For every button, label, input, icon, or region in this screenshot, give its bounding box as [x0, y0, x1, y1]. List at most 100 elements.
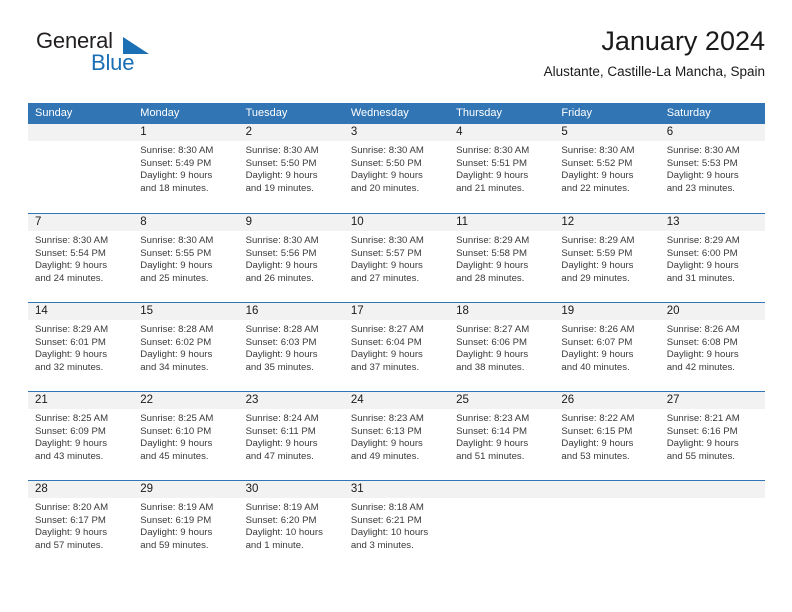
day-cell[interactable]: 4 Sunrise: 8:30 AM Sunset: 5:51 PM Daylight…	[449, 124, 555, 213]
day-details: Sunrise: 8:29 AM Sunset: 5:59 PM Daylight:…	[554, 231, 659, 285]
daylight-text: and 57 minutes.	[35, 539, 104, 551]
day-cell[interactable]: 29 Sunrise: 8:19 AM Sunset: 6:19 PM Dayligh…	[133, 481, 239, 569]
sunrise-text: Sunrise: 8:18 AM	[350, 502, 424, 513]
day-cell[interactable]: 18 Sunrise: 8:27 AM Sunset: 6:06 PM Dayligh…	[449, 303, 555, 391]
daylight-text: and 37 minutes.	[350, 361, 420, 373]
day-cell[interactable]: 20 Sunrise: 8:26 AM Sunset: 6:08 PM Dayligh…	[659, 303, 765, 391]
day-details: Sunrise: 8:22 AM Sunset: 6:15 PM Daylight:…	[554, 409, 659, 463]
day-number	[554, 481, 660, 498]
day-cell[interactable]: 22 Sunrise: 8:25 AM Sunset: 6:10 PM Dayligh…	[133, 392, 239, 480]
day-number: 16	[238, 303, 344, 320]
daylight-text: Daylight: 9 hours	[666, 260, 739, 272]
day-cell[interactable]: 24 Sunrise: 8:23 AM Sunset: 6:13 PM Dayligh…	[343, 392, 450, 480]
day-cell[interactable]: 2 Sunrise: 8:30 AM Sunset: 5:50 PM Daylight…	[238, 124, 344, 213]
daylight-text: and 29 minutes.	[561, 272, 630, 284]
day-number: 14	[28, 303, 134, 320]
day-details: Sunrise: 8:19 AM Sunset: 6:19 PM Daylight:…	[133, 498, 238, 552]
day-cell[interactable]: 11 Sunrise: 8:29 AM Sunset: 5:58 PM Dayligh…	[449, 214, 555, 302]
daylight-text: Daylight: 9 hours	[35, 438, 107, 450]
day-number: 30	[238, 481, 344, 498]
day-number: 9	[238, 214, 344, 231]
daylight-text: Daylight: 9 hours	[140, 170, 213, 182]
daylight-text: Daylight: 9 hours	[561, 438, 634, 450]
sunset-text: Sunset: 5:57 PM	[350, 247, 422, 259]
day-cell[interactable]: 15 Sunrise: 8:28 AM Sunset: 6:02 PM Dayligh…	[133, 303, 239, 391]
sunset-text: Sunset: 6:03 PM	[245, 336, 317, 348]
day-number: 20	[659, 303, 765, 320]
day-cell[interactable]: 13 Sunrise: 8:29 AM Sunset: 6:00 PM Dayligh…	[659, 214, 765, 302]
sunrise-text: Sunrise: 8:30 AM	[350, 235, 424, 246]
day-details: Sunrise: 8:25 AM Sunset: 6:09 PM Daylight:…	[28, 409, 133, 463]
day-cell[interactable]: 12 Sunrise: 8:29 AM Sunset: 5:59 PM Dayligh…	[554, 214, 660, 302]
day-details: Sunrise: 8:26 AM Sunset: 6:07 PM Daylight:…	[554, 320, 659, 374]
sunrise-text: Sunrise: 8:19 AM	[245, 502, 319, 513]
day-cell[interactable]: 10 Sunrise: 8:30 AM Sunset: 5:57 PM Dayligh…	[343, 214, 450, 302]
day-cell[interactable]: 23 Sunrise: 8:24 AM Sunset: 6:11 PM Dayligh…	[238, 392, 344, 480]
sunrise-text: Sunrise: 8:30 AM	[140, 235, 214, 246]
daylight-text: and 19 minutes.	[245, 182, 314, 194]
daylight-text: and 26 minutes.	[245, 272, 314, 284]
day-number	[449, 481, 555, 498]
calendar-week-row: 28 Sunrise: 8:20 AM Sunset: 6:17 PM Dayligh…	[28, 480, 765, 569]
day-cell[interactable]: 7 Sunrise: 8:30 AM Sunset: 5:54 PM Daylight…	[28, 214, 134, 302]
daylight-text: and 49 minutes.	[350, 450, 420, 462]
weekday-header-thursday: Thursday	[456, 107, 502, 119]
daylight-text: and 3 minutes.	[350, 539, 414, 551]
day-cell[interactable]: 3 Sunrise: 8:30 AM Sunset: 5:50 PM Daylight…	[343, 124, 450, 213]
day-cell[interactable]: 6 Sunrise: 8:30 AM Sunset: 5:53 PM Daylight…	[659, 124, 765, 213]
daylight-text: Daylight: 9 hours	[666, 170, 739, 182]
day-number: 31	[343, 481, 450, 498]
daylight-text: and 42 minutes.	[666, 361, 735, 373]
day-details: Sunrise: 8:26 AM Sunset: 6:08 PM Daylight:…	[660, 320, 765, 374]
sunrise-text: Sunrise: 8:29 AM	[35, 324, 109, 335]
day-number	[28, 124, 134, 141]
daylight-text: and 59 minutes.	[140, 539, 209, 551]
sunset-text: Sunset: 6:17 PM	[35, 514, 106, 526]
sunset-text: Sunset: 5:49 PM	[140, 157, 212, 169]
day-details	[554, 498, 659, 502]
day-cell[interactable]: 5 Sunrise: 8:30 AM Sunset: 5:52 PM Daylight…	[554, 124, 660, 213]
calendar-week-row: 1 Sunrise: 8:30 AM Sunset: 5:49 PM Daylight…	[28, 124, 765, 213]
day-cell[interactable]: 31 Sunrise: 8:18 AM Sunset: 6:21 PM Dayligh…	[343, 481, 450, 569]
day-cell[interactable]: 21 Sunrise: 8:25 AM Sunset: 6:09 PM Dayligh…	[28, 392, 134, 480]
day-cell[interactable]: 16 Sunrise: 8:28 AM Sunset: 6:03 PM Dayligh…	[238, 303, 344, 391]
day-cell[interactable]: 14 Sunrise: 8:29 AM Sunset: 6:01 PM Dayligh…	[28, 303, 134, 391]
daylight-text: Daylight: 9 hours	[456, 260, 529, 272]
day-number: 3	[343, 124, 450, 141]
daylight-text: and 45 minutes.	[140, 450, 209, 462]
location-subtitle: Alustante, Castille-La Mancha, Spain	[543, 64, 765, 79]
daylight-text: Daylight: 9 hours	[245, 260, 318, 272]
daylight-text: Daylight: 10 hours	[350, 527, 429, 539]
day-cell[interactable]: 27 Sunrise: 8:21 AM Sunset: 6:16 PM Dayligh…	[659, 392, 765, 480]
daylight-text: and 31 minutes.	[666, 272, 735, 284]
day-cell[interactable]: 17 Sunrise: 8:27 AM Sunset: 6:04 PM Dayligh…	[343, 303, 450, 391]
day-cell[interactable]: 26 Sunrise: 8:22 AM Sunset: 6:15 PM Dayligh…	[554, 392, 660, 480]
daylight-text: and 40 minutes.	[561, 361, 630, 373]
day-cell[interactable]: 1 Sunrise: 8:30 AM Sunset: 5:49 PM Daylight…	[133, 124, 239, 213]
day-cell[interactable]: 30 Sunrise: 8:19 AM Sunset: 6:20 PM Dayligh…	[238, 481, 344, 569]
daylight-text: and 24 minutes.	[35, 272, 104, 284]
sunrise-text: Sunrise: 8:29 AM	[666, 235, 740, 246]
day-details: Sunrise: 8:30 AM Sunset: 5:51 PM Daylight:…	[449, 141, 554, 195]
weekday-header-sunday: Sunday	[35, 107, 73, 119]
sunrise-text: Sunrise: 8:23 AM	[350, 413, 424, 424]
daylight-text: and 1 minute.	[245, 539, 304, 551]
weekday-header-friday: Friday	[561, 107, 592, 119]
daylight-text: Daylight: 9 hours	[456, 170, 529, 182]
day-details: Sunrise: 8:29 AM Sunset: 6:00 PM Daylight:…	[660, 231, 765, 285]
day-details: Sunrise: 8:30 AM Sunset: 5:50 PM Daylight:…	[344, 141, 449, 195]
day-cell[interactable]: 8 Sunrise: 8:30 AM Sunset: 5:55 PM Daylight…	[133, 214, 239, 302]
day-cell[interactable]: 28 Sunrise: 8:20 AM Sunset: 6:17 PM Dayligh…	[28, 481, 134, 569]
sunrise-text: Sunrise: 8:30 AM	[245, 145, 319, 156]
day-details	[449, 498, 554, 502]
day-cell[interactable]: 19 Sunrise: 8:26 AM Sunset: 6:07 PM Dayligh…	[554, 303, 660, 391]
day-cell[interactable]: 25 Sunrise: 8:23 AM Sunset: 6:14 PM Dayligh…	[449, 392, 555, 480]
sunrise-text: Sunrise: 8:24 AM	[245, 413, 319, 424]
daylight-text: Daylight: 9 hours	[140, 438, 213, 450]
day-details: Sunrise: 8:18 AM Sunset: 6:21 PM Daylight:…	[344, 498, 449, 552]
daylight-text: Daylight: 9 hours	[350, 349, 423, 361]
day-details: Sunrise: 8:30 AM Sunset: 5:57 PM Daylight:…	[344, 231, 449, 285]
day-cell[interactable]: 9 Sunrise: 8:30 AM Sunset: 5:56 PM Daylight…	[238, 214, 344, 302]
sunrise-text: Sunrise: 8:25 AM	[35, 413, 109, 424]
sunrise-text: Sunrise: 8:30 AM	[350, 145, 424, 156]
